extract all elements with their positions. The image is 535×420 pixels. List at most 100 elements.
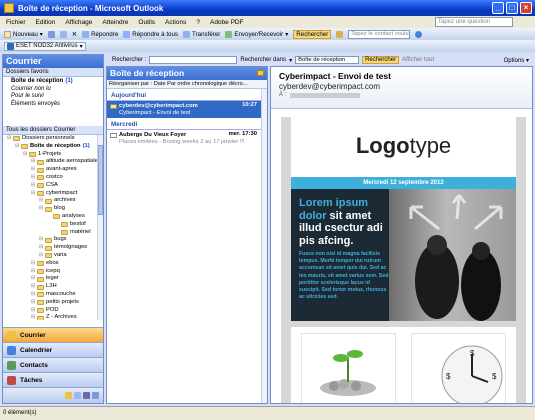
- folder-icon: [45, 245, 52, 251]
- folder-tree-item[interactable]: ⊟ 1-Projets: [3, 151, 103, 159]
- options-button[interactable]: Options ▾: [504, 57, 529, 64]
- folder-tree-item[interactable]: ⊟ petits projets: [3, 299, 103, 307]
- search-button[interactable]: Rechercher: [293, 29, 332, 39]
- message-group-header[interactable]: Mercredi: [107, 120, 267, 130]
- folder-icon: [37, 190, 44, 196]
- message-item[interactable]: cyberdev@cyberimpact.com Cyberimpact - En…: [107, 101, 267, 118]
- find-contact-input[interactable]: Tapez le contact voulu: [348, 29, 411, 39]
- folder-tree-item[interactable]: ⊟ costco: [3, 174, 103, 182]
- forward-icon: [183, 30, 191, 38]
- folder-icon: [13, 136, 20, 142]
- folder-tree-item[interactable]: ⊟ POD: [3, 307, 103, 315]
- menu-bar: Fichier Edition Affichage Atteindre Outils Ac…: [0, 16, 535, 28]
- send-receive-button[interactable]: Envoyer/Recevoir ▾: [225, 30, 288, 38]
- new-button[interactable]: Nouveau ▾: [4, 30, 43, 38]
- folder-tree-item[interactable]: ⊟ L3H: [3, 283, 103, 291]
- reply-button[interactable]: Répondre: [82, 30, 118, 38]
- svg-text:$: $: [492, 372, 497, 381]
- nav-button-1[interactable]: Calendrier: [3, 342, 103, 357]
- menu-3[interactable]: Atteindre: [102, 19, 128, 26]
- nav-pane-title: Courrier: [3, 55, 103, 68]
- menu-1[interactable]: Edition: [36, 19, 56, 26]
- folder-icon: [37, 183, 44, 189]
- message-item[interactable]: Auberge Du Vieux Foyer Places limitées - …: [107, 130, 267, 147]
- menu-0[interactable]: Fichier: [6, 19, 26, 26]
- message-subject: Cyberimpact - Envoi de test: [119, 110, 191, 116]
- address-book-icon[interactable]: [336, 30, 344, 38]
- notes-icon[interactable]: [83, 392, 90, 399]
- folder-list-icon[interactable]: [65, 392, 72, 399]
- folder-tree-item[interactable]: ⊟ bugs: [3, 236, 103, 244]
- ask-question-input[interactable]: Tapez une question: [435, 17, 513, 27]
- shortcuts-icon[interactable]: [74, 392, 81, 399]
- favorite-folder[interactable]: Pour le suivi: [11, 93, 103, 101]
- message-group-header[interactable]: Aujourd'hui: [107, 91, 267, 101]
- folder-tree-item[interactable]: ⊟ altitude aerospatiale: [3, 158, 103, 166]
- folder-tree-item[interactable]: bestof: [3, 221, 103, 229]
- search-scope-select[interactable]: Boîte de réception: [295, 56, 360, 64]
- folder-tree-item[interactable]: ⊟ Z - Archives: [3, 314, 103, 320]
- print-icon[interactable]: [47, 30, 55, 38]
- eset-antivirus-button[interactable]: ESET NOD32 Antivirus ▾: [4, 41, 86, 51]
- favorite-folder[interactable]: Boîte de réception (1): [11, 78, 103, 86]
- close-button[interactable]: ×: [520, 2, 532, 14]
- folder-tree-item[interactable]: ⊟ témoignages: [3, 244, 103, 252]
- configure-buttons-icon[interactable]: [92, 392, 99, 399]
- menu-6[interactable]: ?: [196, 19, 200, 26]
- move-icon[interactable]: [59, 30, 67, 38]
- standard-toolbar: Nouveau ▾ ✕ Répondre Répondre à tous Tra…: [0, 28, 535, 40]
- folder-icon: [37, 268, 44, 274]
- folder-icon: [37, 167, 44, 173]
- folder-tree-item[interactable]: ⊟ ebos: [3, 260, 103, 268]
- menu-7[interactable]: Adobe PDF: [210, 19, 244, 26]
- folder-tree-item[interactable]: ⊟ blog: [3, 205, 103, 213]
- menu-2[interactable]: Affichage: [65, 19, 92, 26]
- folder-tree-item[interactable]: ⊟ cyberimpact: [3, 190, 103, 198]
- forward-button[interactable]: Transférer: [183, 30, 220, 38]
- nav-button-0[interactable]: Courrier: [3, 327, 103, 342]
- folder-tree-item[interactable]: ⊟ Dossiers personnels: [3, 135, 103, 143]
- folder-tree-item[interactable]: ⊟ varia: [3, 252, 103, 260]
- folder-tree-item[interactable]: analyses: [3, 213, 103, 221]
- folder-icon: [53, 214, 60, 220]
- search-text-input[interactable]: [149, 56, 238, 64]
- newsletter-logo: Logotype: [355, 133, 452, 158]
- maximize-button[interactable]: □: [506, 2, 518, 14]
- folder-tree-item[interactable]: ⊟ Boîte de réception (1): [3, 143, 103, 151]
- all-folders-header[interactable]: Tous les dossiers Courrier: [3, 126, 103, 135]
- minimize-button[interactable]: _: [492, 2, 504, 14]
- show-all-link[interactable]: Afficher tout: [402, 57, 434, 63]
- outlook-icon: [4, 3, 14, 13]
- nav-button-2[interactable]: Contacts: [3, 357, 103, 372]
- favorite-folder[interactable]: Courrier non lu: [11, 86, 103, 94]
- folder-icon: [45, 253, 52, 259]
- arrange-by-bar[interactable]: Réorganiser par : Date Par ordre chronol…: [107, 80, 267, 89]
- help-icon[interactable]: [415, 30, 423, 38]
- menu-5[interactable]: Actions: [165, 19, 186, 26]
- folder-tree-item[interactable]: ⊟ leger: [3, 275, 103, 283]
- folder-tree-item[interactable]: matériel: [3, 229, 103, 237]
- folder-tree-item[interactable]: ⊟ mascouche: [3, 291, 103, 299]
- message-sender[interactable]: cyberdev@cyberimpact.com: [279, 82, 532, 92]
- folder-icon: [21, 144, 28, 150]
- folder-tree-item[interactable]: ⊟ avant-apres: [3, 166, 103, 174]
- svg-text:$: $: [446, 372, 451, 381]
- reply-all-button[interactable]: Répondre à tous: [123, 30, 178, 38]
- favorites-header[interactable]: Dossiers favoris: [3, 68, 103, 77]
- title-bar: Boîte de réception - Microsoft Outlook _…: [0, 0, 535, 16]
- folder-icon: [37, 315, 44, 320]
- folder-icon: [37, 276, 44, 282]
- folder-tree-scrollbar[interactable]: [97, 135, 103, 320]
- folder-icon: [45, 198, 52, 204]
- menu-4[interactable]: Outils: [138, 19, 155, 26]
- folder-tree-item[interactable]: ⊟ CSA: [3, 182, 103, 190]
- nav-button-3[interactable]: Tâches: [3, 372, 103, 387]
- favorite-folder[interactable]: Éléments envoyés: [11, 101, 103, 109]
- recipient-redacted: [290, 93, 361, 98]
- window-title: Boîte de réception - Microsoft Outlook: [18, 3, 164, 13]
- delete-icon[interactable]: ✕: [72, 31, 77, 38]
- folder-tree-item[interactable]: ⊟ archives: [3, 197, 103, 205]
- message-list-scrollbar[interactable]: [261, 89, 267, 403]
- search-now-button[interactable]: Rechercher: [362, 56, 400, 64]
- folder-tree-item[interactable]: ⊟ icepq: [3, 268, 103, 276]
